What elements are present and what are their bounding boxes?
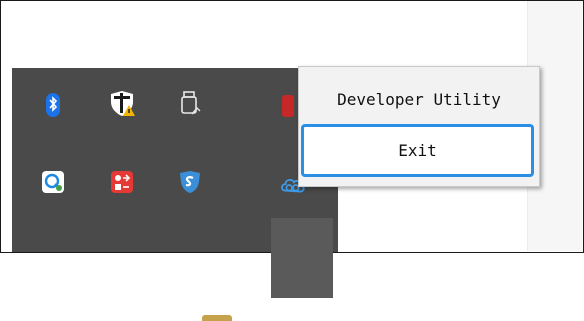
partial-tray-icon xyxy=(202,315,232,321)
menu-item-developer-utility[interactable]: Developer Utility xyxy=(299,79,539,119)
menu-item-exit[interactable]: Exit xyxy=(301,124,534,177)
usb-drive-icon[interactable] xyxy=(176,90,204,118)
context-menu: Developer Utility Exit xyxy=(298,66,540,187)
windows-security-warning-icon[interactable] xyxy=(108,90,136,118)
bluetooth-icon[interactable] xyxy=(39,91,67,119)
shield-s-icon[interactable] xyxy=(176,168,204,196)
red-app-icon[interactable] xyxy=(282,92,294,120)
hovered-icon-highlight xyxy=(271,218,333,298)
tray-overflow-panel xyxy=(12,68,338,321)
menu-item-label: Developer Utility xyxy=(337,89,501,109)
menu-item-label: Exit xyxy=(398,141,437,160)
red-exchange-icon[interactable] xyxy=(108,168,136,196)
quick-assist-icon[interactable] xyxy=(39,168,67,196)
